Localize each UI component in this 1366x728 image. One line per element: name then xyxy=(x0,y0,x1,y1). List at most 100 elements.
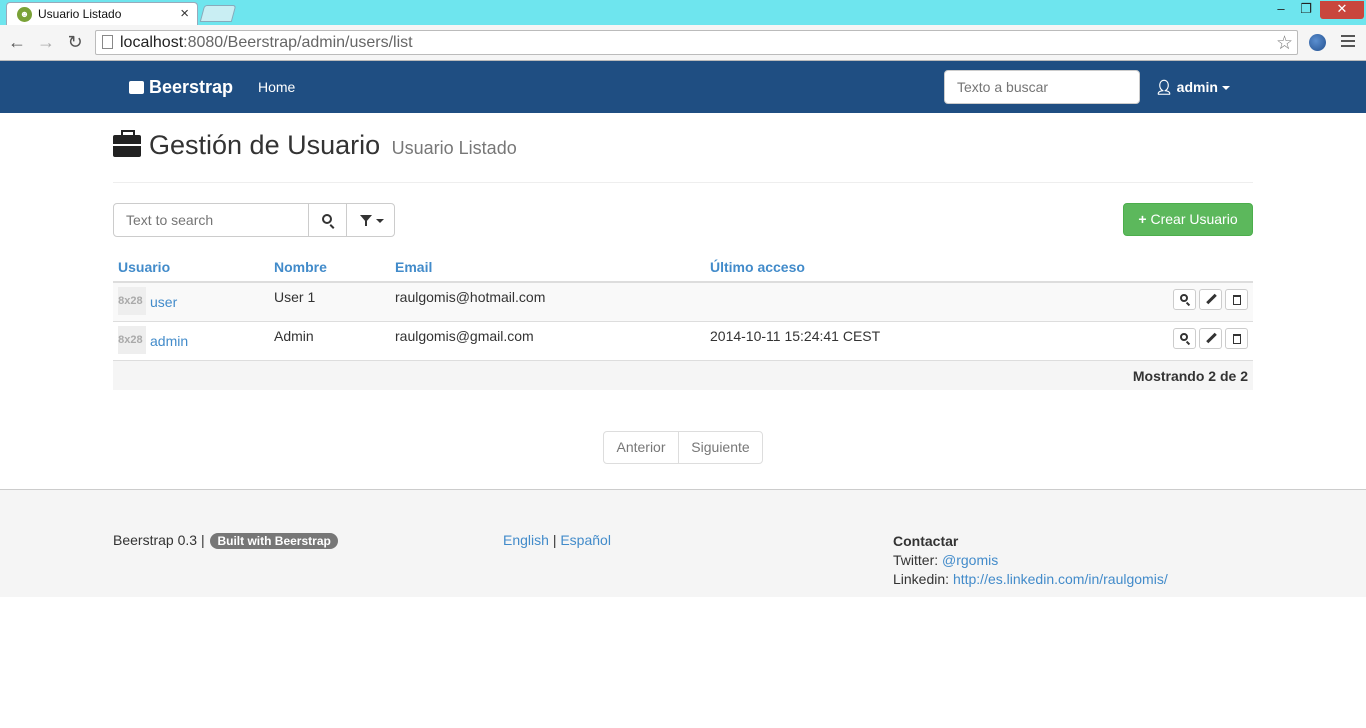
forward-arrow-icon[interactable]: → xyxy=(36,32,56,52)
cell-email: raulgomis@hotmail.com xyxy=(390,281,705,321)
browser-tab[interactable]: ☻ Usuario Listado × xyxy=(6,2,198,26)
column-header-email[interactable]: Email xyxy=(390,252,705,283)
navbar-search-input[interactable] xyxy=(944,70,1140,104)
url-path: :8080/Beerstrap/admin/users/list xyxy=(183,34,413,51)
page-footer: Beerstrap 0.3 | Built with Beerstrap Eng… xyxy=(0,489,1366,597)
create-user-button[interactable]: + Crear Usuario xyxy=(1123,203,1253,236)
beer-mug-icon xyxy=(129,81,144,94)
back-arrow-icon[interactable]: ← xyxy=(7,32,27,52)
version-text: Beerstrap 0.3 | xyxy=(113,532,205,548)
cell-usuario: 28x28admin xyxy=(113,320,269,360)
delete-button[interactable] xyxy=(1225,327,1248,349)
browser-toolbar: ← → ↻ localhost:8080/Beerstrap/admin/use… xyxy=(0,25,1366,61)
contact-title: Contactar xyxy=(893,533,959,549)
url-text[interactable]: localhost:8080/Beerstrap/admin/users/lis… xyxy=(120,34,413,52)
table-row: 28x28admin Admin raulgomis@gmail.com 201… xyxy=(113,320,1253,360)
table-footer-row: Mostrando 2 de 2 xyxy=(113,359,1253,390)
footer-version: Beerstrap 0.3 | Built with Beerstrap xyxy=(113,532,338,549)
table-count: Mostrando 2 de 2 xyxy=(113,359,1253,390)
beer-favicon-icon: ☻ xyxy=(17,7,32,22)
brand-link[interactable]: Beerstrap xyxy=(129,77,233,98)
column-header-usuario[interactable]: Usuario xyxy=(113,252,269,283)
linkedin-line: Linkedin: http://es.linkedin.com/in/raul… xyxy=(893,570,1168,589)
language-separator: | xyxy=(552,532,557,548)
minimize-button[interactable]: ‒ xyxy=(1272,1,1290,19)
column-header-actions xyxy=(1005,252,1253,283)
edit-button[interactable] xyxy=(1199,327,1222,349)
user-icon: 👤︎ xyxy=(1155,79,1173,95)
user-name: admin xyxy=(1176,79,1218,95)
window-close-button[interactable]: ✕ xyxy=(1320,1,1364,19)
avatar: 28x28 xyxy=(118,287,146,315)
username-link[interactable]: user xyxy=(150,294,177,310)
browser-menu-icon[interactable] xyxy=(1341,35,1355,50)
language-english-link[interactable]: English xyxy=(503,532,549,548)
view-button[interactable] xyxy=(1173,327,1196,349)
twitter-label: Twitter: xyxy=(893,552,939,568)
plus-icon: + xyxy=(1138,211,1147,227)
pager-previous-button[interactable]: Anterior xyxy=(603,431,679,464)
browser-titlebar: ☻ Usuario Listado × ‒ ❐ ✕ xyxy=(0,0,1366,26)
search-icon xyxy=(1180,294,1188,302)
twitter-line: Twitter: @rgomis xyxy=(893,551,1168,570)
twitter-link[interactable]: @rgomis xyxy=(942,552,998,568)
page-title-text: Gestión de Usuario xyxy=(149,130,381,160)
column-header-nombre[interactable]: Nombre xyxy=(269,252,390,283)
filter-dropdown-button[interactable] xyxy=(346,203,395,237)
url-host: localhost xyxy=(120,34,184,51)
new-tab-button[interactable] xyxy=(199,5,237,22)
footer-contact: Contactar Twitter: @rgomis Linkedin: htt… xyxy=(893,532,1168,589)
trash-icon xyxy=(1233,295,1241,305)
bookmark-star-icon[interactable]: ☆ xyxy=(1276,32,1293,55)
brand-label: Beerstrap xyxy=(149,77,234,97)
caret-down-icon xyxy=(1221,86,1230,91)
cell-nombre: User 1 xyxy=(269,281,390,321)
reload-icon[interactable]: ↻ xyxy=(65,32,85,52)
footer-languages: English | Español xyxy=(503,532,611,548)
tab-title: Usuario Listado xyxy=(38,7,122,21)
pencil-icon xyxy=(1206,332,1217,343)
edit-button[interactable] xyxy=(1199,289,1222,310)
table-search-input[interactable] xyxy=(113,203,309,237)
tab-close-icon[interactable]: × xyxy=(180,5,189,22)
column-header-ultimo-acceso[interactable]: Último acceso xyxy=(705,252,1005,283)
pencil-icon xyxy=(1206,293,1217,305)
create-user-label: Crear Usuario xyxy=(1150,211,1238,227)
filter-icon xyxy=(360,215,372,226)
briefcase-icon xyxy=(113,130,141,157)
pager-next-button[interactable]: Siguiente xyxy=(678,431,763,464)
cell-email: raulgomis@gmail.com xyxy=(390,320,705,360)
built-with-badge: Built with Beerstrap xyxy=(210,533,338,549)
delete-button[interactable] xyxy=(1225,289,1248,310)
search-icon xyxy=(322,214,332,224)
cell-usuario: 28x28user xyxy=(113,281,269,321)
app-navbar: Beerstrap Home 👤︎ admin xyxy=(0,61,1366,113)
search-button[interactable] xyxy=(308,203,347,237)
page-subtitle: Usuario Listado xyxy=(391,138,517,158)
extension-globe-icon[interactable] xyxy=(1309,34,1326,51)
cell-nombre: Admin xyxy=(269,320,390,360)
cell-ultimo-acceso xyxy=(705,281,1005,321)
language-spanish-link[interactable]: Español xyxy=(560,532,611,548)
linkedin-link[interactable]: http://es.linkedin.com/in/raulgomis/ xyxy=(953,571,1168,587)
page-title: Gestión de Usuario Usuario Listado xyxy=(149,130,517,161)
address-bar[interactable]: localhost:8080/Beerstrap/admin/users/lis… xyxy=(95,30,1298,55)
linkedin-label: Linkedin: xyxy=(893,571,950,587)
user-menu-dropdown[interactable]: 👤︎ admin xyxy=(1155,79,1230,96)
search-icon xyxy=(1180,332,1188,341)
username-link[interactable]: admin xyxy=(150,333,188,349)
cell-actions xyxy=(1005,320,1253,360)
table-header-row: Usuario Nombre Email Último acceso xyxy=(113,252,1253,283)
caret-down-icon xyxy=(376,219,384,223)
nav-home-link[interactable]: Home xyxy=(258,79,295,95)
table-row: 28x28user User 1 raulgomis@hotmail.com xyxy=(113,281,1253,321)
cell-actions xyxy=(1005,281,1253,321)
users-table: Usuario Nombre Email Último acceso 28x28… xyxy=(113,252,1253,390)
cell-ultimo-acceso: 2014-10-11 15:24:41 CEST xyxy=(705,320,1005,360)
page-header: Gestión de Usuario Usuario Listado xyxy=(113,130,1253,183)
trash-icon xyxy=(1233,333,1241,344)
view-button[interactable] xyxy=(1173,289,1196,310)
maximize-button[interactable]: ❐ xyxy=(1297,1,1315,19)
page-icon xyxy=(102,35,113,49)
avatar: 28x28 xyxy=(118,325,146,354)
